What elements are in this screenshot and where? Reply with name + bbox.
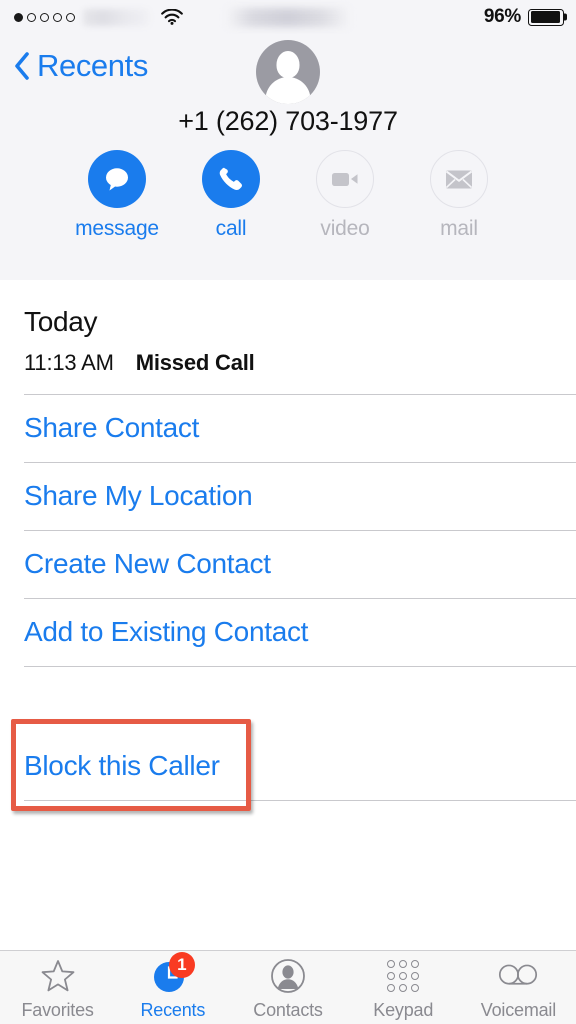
wifi-icon: [161, 8, 183, 25]
list-section-gap: [0, 667, 576, 733]
battery-percentage: 96%: [483, 6, 521, 27]
contact-phone-number: +1 (262) 703-1977: [178, 106, 398, 136]
contact-header: Recents +1 (262) 703-1977 message call v…: [0, 34, 576, 280]
status-bar: 96%: [0, 0, 576, 34]
tab-voicemail-label: Voicemail: [480, 1000, 557, 1020]
tab-recents[interactable]: 1 Recents: [115, 951, 230, 1024]
status-bar-left: [14, 8, 183, 26]
tab-contacts[interactable]: Contacts: [230, 951, 345, 1024]
star-icon: [38, 958, 78, 994]
share-my-location-button[interactable]: Share My Location: [0, 463, 576, 530]
tab-voicemail[interactable]: Voicemail: [461, 951, 576, 1024]
add-to-existing-contact-button[interactable]: Add to Existing Contact: [0, 599, 576, 666]
quick-actions-row: message call video mail: [0, 150, 576, 241]
call-type: Missed Call: [135, 350, 255, 375]
phone-handset-icon: [202, 150, 260, 208]
person-placeholder-avatar: [256, 40, 320, 104]
voicemail-icon: [498, 958, 538, 994]
status-bar-clock-blurred: [228, 7, 348, 27]
tab-favorites-label: Favorites: [21, 1000, 94, 1020]
envelope-icon: [430, 150, 488, 208]
tab-recents-label: Recents: [140, 1000, 206, 1020]
message-action-button[interactable]: message: [75, 150, 159, 241]
block-caller-section: Block this Caller: [0, 719, 576, 811]
clock-icon: 1: [153, 952, 195, 994]
call-history-section-title: Today: [24, 306, 98, 337]
chevron-left-icon: [14, 52, 30, 80]
tab-bar: Favorites 1 Recents Contacts Keypad Voic…: [0, 950, 576, 1024]
battery-icon: [528, 8, 567, 26]
signal-strength-icon: [14, 12, 75, 22]
phone-app-screen: 96% Recents +1 (262) 703-1977 message ca…: [0, 0, 576, 1024]
tab-favorites[interactable]: Favorites: [0, 951, 115, 1024]
detail-list: Today 11:13 AM Missed Call Share Contact…: [0, 280, 576, 811]
mail-action-label: mail: [440, 217, 478, 240]
carrier-name-blurred: [83, 8, 149, 26]
back-button-recents[interactable]: Recents: [14, 48, 148, 84]
message-action-label: message: [75, 217, 159, 240]
back-button-label: Recents: [37, 48, 148, 83]
message-bubble-icon: [88, 150, 146, 208]
video-action-label: video: [320, 217, 370, 240]
keypad-grid-icon: [383, 958, 423, 994]
create-new-contact-button[interactable]: Create New Contact: [0, 531, 576, 598]
call-history-row: 11:13 AM Missed Call: [0, 338, 576, 394]
mail-action-button[interactable]: mail: [430, 150, 488, 241]
call-action-button[interactable]: call: [202, 150, 260, 241]
call-action-label: call: [215, 217, 247, 240]
video-camera-icon: [316, 150, 374, 208]
person-icon: [268, 958, 308, 994]
call-time: 11:13 AM: [24, 350, 114, 375]
share-contact-button[interactable]: Share Contact: [0, 395, 576, 462]
status-bar-right: 96%: [483, 6, 567, 28]
video-action-button[interactable]: video: [316, 150, 374, 241]
tab-contacts-label: Contacts: [253, 1000, 323, 1020]
tab-keypad[interactable]: Keypad: [346, 951, 461, 1024]
tab-keypad-label: Keypad: [373, 1000, 434, 1020]
list-separator: [24, 800, 576, 801]
block-this-caller-button[interactable]: Block this Caller: [0, 733, 576, 800]
recents-badge: 1: [168, 952, 195, 978]
